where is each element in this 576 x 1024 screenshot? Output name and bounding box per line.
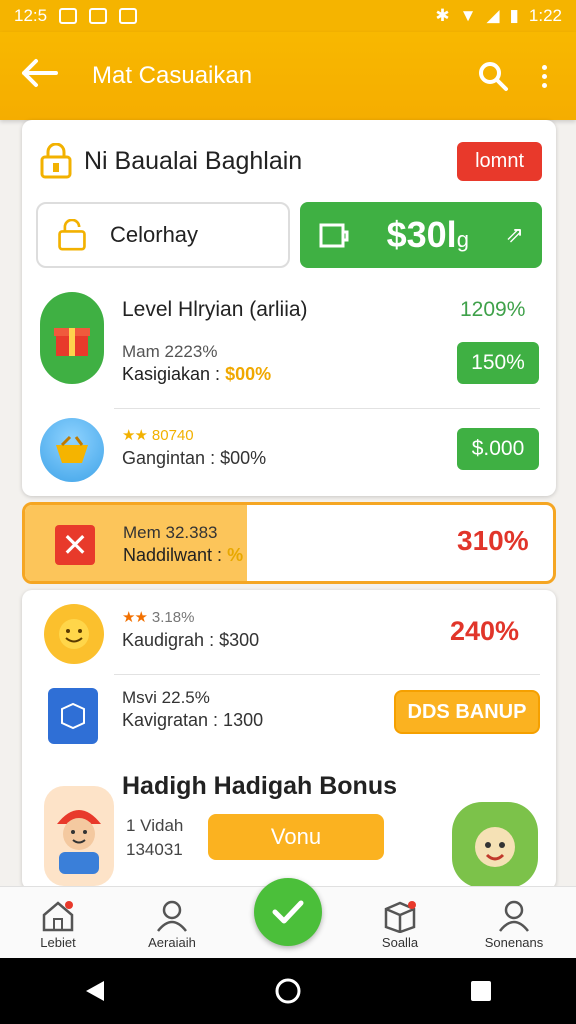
- level-percent: 1209%: [460, 298, 526, 321]
- system-nav-bar: [0, 958, 576, 1024]
- battery-icon: ▮: [509, 6, 519, 25]
- star-icon: ★★: [122, 609, 148, 626]
- check-icon: [272, 900, 304, 924]
- bonus-title: Hadigh Hadigah Bonus: [122, 772, 397, 800]
- back-triangle-icon[interactable]: [84, 979, 106, 1003]
- row-detail: Gangintan : $00%: [122, 448, 267, 468]
- rating-line: ★★ 80740: [122, 427, 194, 444]
- bluetooth-icon: ✱: [435, 6, 450, 25]
- app-bar: Mat Casuaikan: [0, 32, 576, 120]
- status-time-left: 12:5: [14, 6, 48, 25]
- divider: [114, 408, 540, 409]
- check-fab-button[interactable]: [254, 878, 322, 946]
- progress-percent: 310%: [457, 525, 529, 556]
- row-detail: Naddilwant : %: [123, 545, 244, 565]
- package-icon: [48, 688, 98, 744]
- star-icon: ★★: [122, 427, 148, 444]
- nav-item-profile[interactable]: Aeraiaih: [122, 897, 222, 950]
- balance-suffix: g: [456, 227, 469, 252]
- list-item[interactable]: ★★ 3.18% Kaudigrah : $300 240%: [22, 596, 556, 672]
- bonus-line-2: 134031: [126, 840, 183, 859]
- balance-amount: $30l: [386, 214, 457, 255]
- nav-label: Sonenans: [484, 935, 544, 950]
- list-item[interactable]: Msvi 22.5% Kavigratan : 1300 DDS BANUP: [22, 680, 556, 756]
- bonus-button[interactable]: Vonu: [208, 814, 384, 860]
- row-detail: Kasigiakan : $00%: [122, 364, 272, 384]
- home-circle-icon[interactable]: [274, 977, 302, 1005]
- padlock-icon: [58, 219, 86, 251]
- balance-pill[interactable]: $30lg ⇗: [300, 202, 542, 268]
- rating-line: ★★ 3.18%: [122, 609, 195, 626]
- nav-item-box[interactable]: Soalla: [350, 897, 450, 950]
- status-bar: 12:5 ✱ ▼ ◢ ▮ 1:22: [0, 0, 576, 32]
- category-pill-label: Celorhay: [110, 222, 199, 247]
- divider: [114, 674, 540, 675]
- row-subtitle: Mem 32.383: [123, 523, 218, 542]
- row-subtitle: Mam 2223%: [122, 342, 218, 361]
- wifi-icon: ▼: [459, 6, 477, 25]
- message-icon: [119, 8, 138, 24]
- recents-square-icon[interactable]: [470, 980, 492, 1002]
- nav-item-home[interactable]: Lebiet: [8, 897, 108, 950]
- red-action-button[interactable]: lomnt: [457, 141, 542, 181]
- summary-card: Ni Baualai Baghlain lomnt Celorhay $30lg…: [22, 120, 556, 496]
- mascot-icon: [452, 802, 538, 888]
- status-time-right: 1:22: [528, 6, 562, 25]
- card-title: Ni Baualai Baghlain: [84, 146, 303, 175]
- signal-icon: ◢: [486, 6, 500, 25]
- basket-icon: [40, 418, 104, 482]
- nav-label: Soalla: [381, 935, 419, 950]
- home-icon: [8, 897, 108, 935]
- gallery-icon: [59, 8, 78, 24]
- progress-row[interactable]: ✕ Mem 32.383 Naddilwant : % 310%: [22, 502, 556, 584]
- row-detail: Kavigratan : 1300: [122, 710, 264, 730]
- account-icon: [464, 897, 564, 935]
- wallet-icon: [319, 223, 349, 248]
- page-title: Mat Casuaikan: [92, 62, 253, 89]
- lock-icon: [38, 143, 74, 179]
- nav-item-account[interactable]: Sonenans: [464, 897, 564, 950]
- row-subtitle: Msvi 22.5%: [122, 688, 210, 707]
- list-item[interactable]: ★★ 80740 Gangintan : $00% $.000: [22, 412, 556, 492]
- back-arrow-icon[interactable]: [20, 58, 70, 94]
- list-item[interactable]: Level Hlryian (arliia) 1209% Mam 2223% K…: [22, 288, 556, 406]
- close-icon[interactable]: ✕: [55, 525, 95, 565]
- row-percent: 240%: [450, 616, 520, 646]
- nav-label: Lebiet: [40, 935, 76, 950]
- level-title: Level Hlryian (arliia): [122, 298, 308, 321]
- category-pill[interactable]: Celorhay: [36, 202, 290, 268]
- promo-button[interactable]: DDS BANUP: [394, 690, 540, 734]
- bonus-line-1: 1 Vidah: [126, 816, 184, 835]
- notification-icon: [89, 8, 108, 24]
- search-icon[interactable]: [468, 60, 518, 92]
- box-icon: [350, 897, 450, 935]
- row-detail: Kaudigrah : $300: [122, 630, 260, 650]
- sun-icon: [44, 604, 104, 664]
- nav-label: Aeraiaih: [148, 935, 196, 950]
- amount-badge[interactable]: $.000: [457, 428, 539, 470]
- gift-icon: [40, 292, 104, 384]
- user-icon: [122, 897, 222, 935]
- kid-avatar: [44, 786, 114, 886]
- percent-badge[interactable]: 150%: [457, 342, 539, 384]
- rewards-card: ★★ 3.18% Kaudigrah : $300 240% Msvi 22.5…: [22, 590, 556, 890]
- more-options-icon[interactable]: [532, 64, 556, 88]
- arrow-icon: ⇗: [505, 222, 524, 247]
